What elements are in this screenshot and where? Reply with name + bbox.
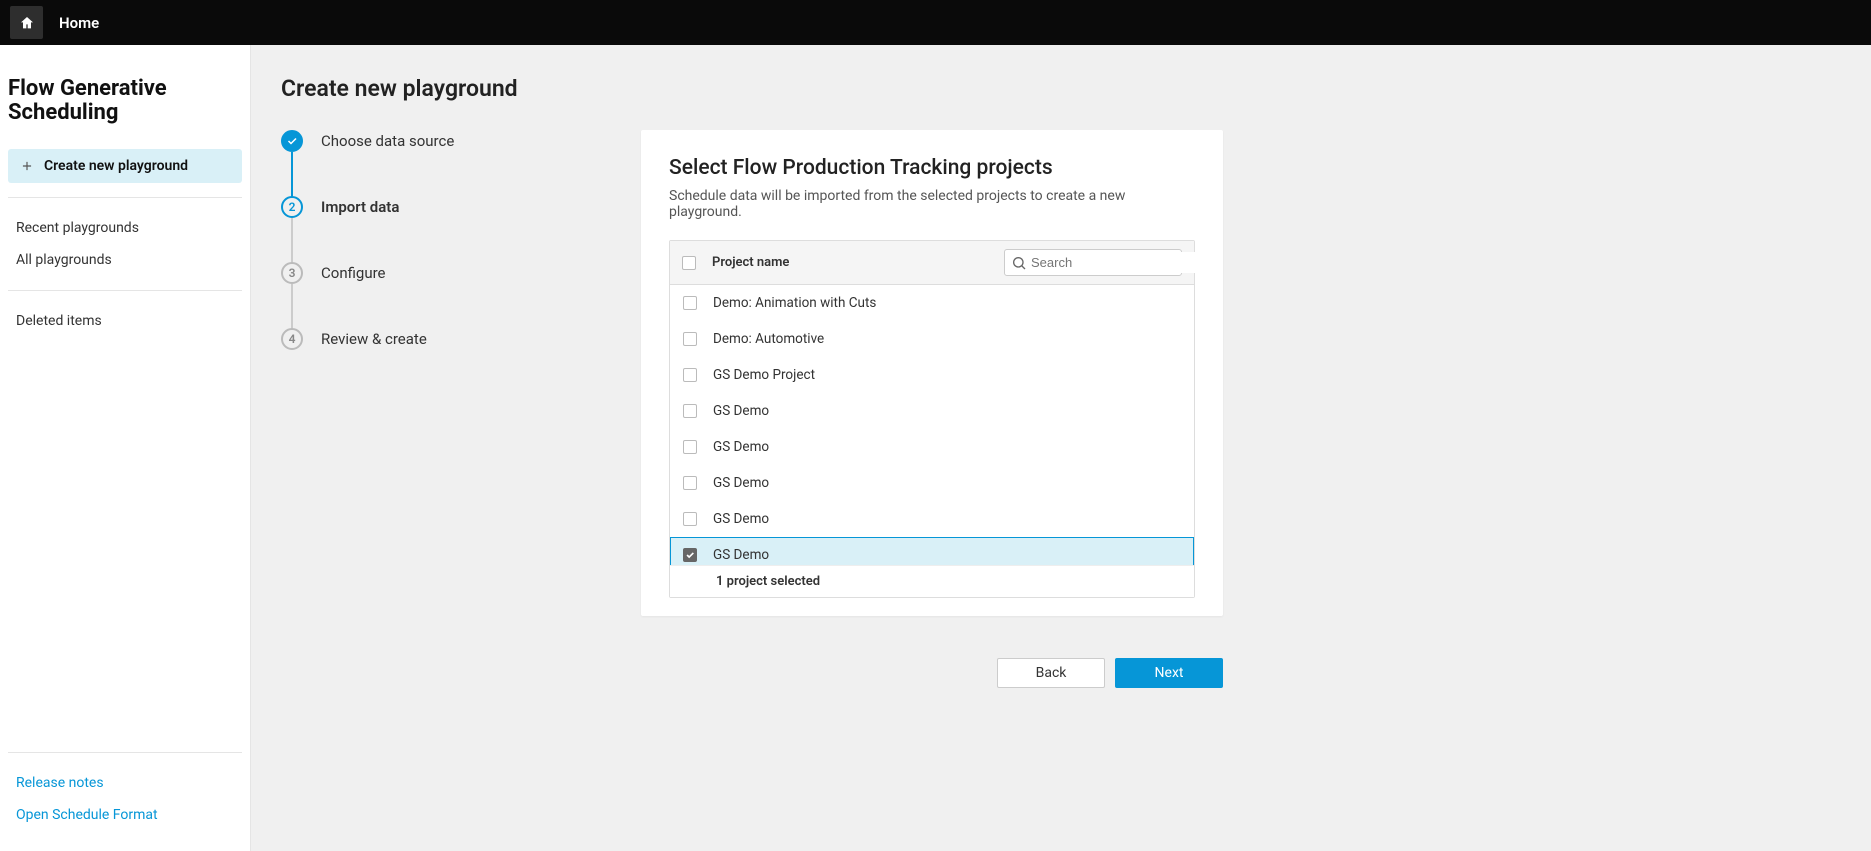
content-row: Choose data source 2 Import data 3 Confi… xyxy=(281,130,1841,688)
plus-icon xyxy=(20,159,34,173)
row-label: Demo: Animation with Cuts xyxy=(709,295,876,311)
row-label: GS Demo xyxy=(709,511,769,527)
home-button[interactable] xyxy=(10,6,43,39)
main-content: Create new playground Choose data source… xyxy=(251,45,1871,851)
row-label: GS Demo xyxy=(709,475,769,491)
check-icon xyxy=(286,135,298,147)
step-label: Import data xyxy=(321,196,399,218)
row-checkbox[interactable] xyxy=(683,476,697,490)
app-title-line2: Scheduling xyxy=(8,100,118,125)
page-title: Create new playground xyxy=(281,75,1841,102)
table-row[interactable]: GS Demo xyxy=(670,465,1194,501)
step-circle-current: 2 xyxy=(281,196,303,218)
row-checkbox[interactable] xyxy=(683,548,697,562)
step-import-data[interactable]: 2 Import data xyxy=(281,196,621,262)
search-input[interactable] xyxy=(1027,252,1211,273)
sidebar-divider xyxy=(8,197,242,198)
back-button[interactable]: Back xyxy=(997,658,1105,688)
row-checkbox[interactable] xyxy=(683,332,697,346)
projects-table: Project name Demo: Animation with Cuts xyxy=(669,240,1195,598)
row-checkbox[interactable] xyxy=(683,404,697,418)
search-wrap xyxy=(1004,249,1182,276)
row-label: GS Demo xyxy=(709,439,769,455)
home-label: Home xyxy=(59,14,99,32)
sidebar-divider xyxy=(8,752,242,753)
row-label: GS Demo xyxy=(709,547,769,563)
step-configure[interactable]: 3 Configure xyxy=(281,262,621,328)
row-checkbox[interactable] xyxy=(683,296,697,310)
card-title: Select Flow Production Tracking projects xyxy=(669,156,1195,180)
step-choose-data-source[interactable]: Choose data source xyxy=(281,130,621,196)
app-title: Flow Generative Scheduling xyxy=(8,63,242,149)
sidebar-item-all[interactable]: All playgrounds xyxy=(8,244,242,276)
table-row[interactable]: Demo: Automotive xyxy=(670,321,1194,357)
step-label: Choose data source xyxy=(321,130,454,152)
sidebar-item-deleted[interactable]: Deleted items xyxy=(8,305,242,337)
step-circle: 3 xyxy=(281,262,303,284)
step-circle: 4 xyxy=(281,328,303,350)
open-schedule-format-link[interactable]: Open Schedule Format xyxy=(8,799,242,831)
table-row[interactable]: Demo: Animation with Cuts xyxy=(670,285,1194,321)
table-row[interactable]: GS Demo xyxy=(670,429,1194,465)
step-label: Configure xyxy=(321,262,386,284)
create-playground-button[interactable]: Create new playground xyxy=(8,149,242,183)
table-header: Project name xyxy=(670,241,1194,285)
table-row[interactable]: GS Demo Project xyxy=(670,357,1194,393)
table-row[interactable]: GS Demo xyxy=(670,537,1194,565)
step-circle-done xyxy=(281,130,303,152)
row-label: Demo: Automotive xyxy=(709,331,824,347)
row-label: GS Demo Project xyxy=(709,367,815,383)
card-column: Select Flow Production Tracking projects… xyxy=(641,130,1223,688)
sidebar-item-recent[interactable]: Recent playgrounds xyxy=(8,212,242,244)
table-body: Demo: Animation with Cuts Demo: Automoti… xyxy=(670,285,1194,565)
app-title-line1: Flow Generative xyxy=(8,76,167,101)
top-bar: Home xyxy=(0,0,1871,45)
row-checkbox[interactable] xyxy=(683,368,697,382)
sidebar-divider xyxy=(8,290,242,291)
column-project-name: Project name xyxy=(708,255,992,270)
table-row[interactable]: GS Demo xyxy=(670,393,1194,429)
sidebar: Flow Generative Scheduling Create new pl… xyxy=(0,45,251,851)
row-checkbox[interactable] xyxy=(683,512,697,526)
create-playground-label: Create new playground xyxy=(44,158,188,174)
release-notes-link[interactable]: Release notes xyxy=(8,767,242,799)
row-checkbox[interactable] xyxy=(683,440,697,454)
row-label: GS Demo xyxy=(709,403,769,419)
search-icon xyxy=(1011,255,1027,271)
next-button[interactable]: Next xyxy=(1115,658,1223,688)
table-footer: 1 project selected xyxy=(670,565,1194,597)
stepper: Choose data source 2 Import data 3 Confi… xyxy=(281,130,641,688)
sidebar-footer: Release notes Open Schedule Format xyxy=(8,738,242,851)
select-projects-card: Select Flow Production Tracking projects… xyxy=(641,130,1223,616)
wizard-actions: Back Next xyxy=(641,658,1223,688)
layout: Flow Generative Scheduling Create new pl… xyxy=(0,45,1871,851)
step-review-create[interactable]: 4 Review & create xyxy=(281,328,621,350)
card-subtitle: Schedule data will be imported from the … xyxy=(669,188,1195,220)
step-label: Review & create xyxy=(321,328,427,350)
select-all-checkbox[interactable] xyxy=(682,256,696,270)
home-icon xyxy=(19,15,35,31)
table-row[interactable]: GS Demo xyxy=(670,501,1194,537)
